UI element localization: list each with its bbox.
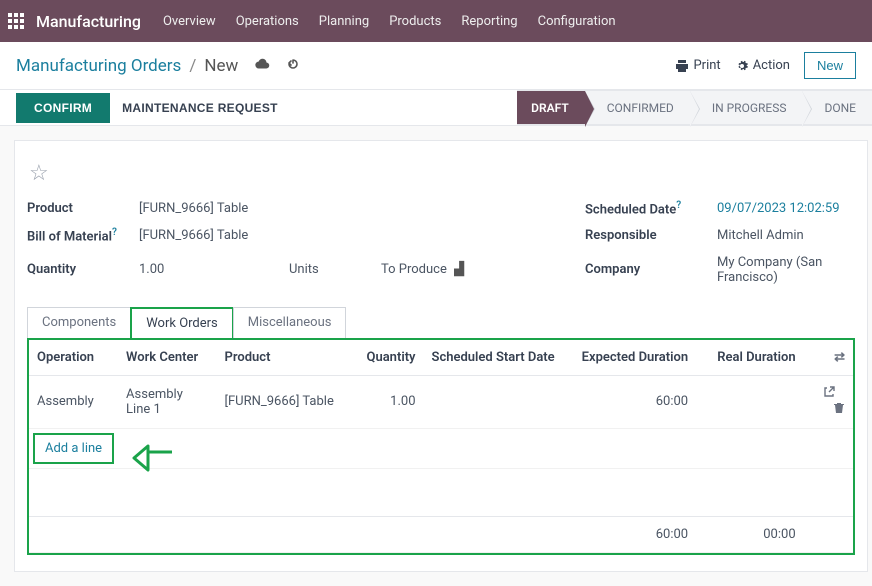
breadcrumb: Manufacturing Orders / New <box>16 56 300 76</box>
cell-scheduled[interactable] <box>424 375 570 428</box>
add-line-button[interactable]: Add a line <box>33 433 114 464</box>
breadcrumb-separator: / <box>189 56 196 76</box>
nav-operations[interactable]: Operations <box>236 14 299 29</box>
company-label: Company <box>585 262 705 277</box>
confirm-button[interactable]: CONFIRM <box>16 93 110 123</box>
responsible-value[interactable]: Mitchell Admin <box>717 228 855 243</box>
scheduled-date-value[interactable]: 09/07/2023 12:02:59 <box>717 201 855 216</box>
table-header-row: Operation Work Center Product Quantity S… <box>29 340 853 376</box>
cell-operation[interactable]: Assembly <box>29 375 118 428</box>
work-orders-table: Operation Work Center Product Quantity S… <box>29 340 853 553</box>
tabs: Components Work Orders Miscellaneous <box>27 307 855 338</box>
column-options-icon[interactable]: ⇄ <box>834 350 845 365</box>
tab-work-orders[interactable]: Work Orders <box>130 307 234 338</box>
spacer-row <box>29 468 853 516</box>
print-button[interactable]: Print <box>675 58 720 73</box>
form-card: ☆ Product [FURN_9666] Table Scheduled Da… <box>14 140 868 572</box>
print-icon <box>675 59 689 73</box>
tab-components[interactable]: Components <box>27 307 131 338</box>
col-quantity[interactable]: Quantity <box>354 340 424 376</box>
delete-row-icon[interactable] <box>833 403 845 418</box>
stage-in-progress[interactable]: IN PROGRESS <box>690 90 803 125</box>
action-button[interactable]: Action <box>735 58 790 73</box>
product-label: Product <box>27 201 127 216</box>
maintenance-request-button[interactable]: MAINTENANCE REQUEST <box>122 93 278 123</box>
nav-overview[interactable]: Overview <box>163 14 216 29</box>
gear-icon <box>735 59 749 73</box>
breadcrumb-parent[interactable]: Manufacturing Orders <box>16 56 181 76</box>
discard-icon[interactable] <box>286 56 300 76</box>
table-row[interactable]: Assembly Assembly Line 1 [FURN_9666] Tab… <box>29 375 853 428</box>
app-title[interactable]: Manufacturing <box>36 12 141 31</box>
to-produce-label: To Produce ▟ <box>381 262 461 277</box>
subbar-actions: Print Action New <box>675 52 856 79</box>
cell-quantity[interactable]: 1.00 <box>354 375 424 428</box>
quantity-unit[interactable]: Units <box>289 262 369 277</box>
scheduled-date-label: Scheduled Date? <box>585 200 705 217</box>
col-work-center[interactable]: Work Center <box>118 340 216 376</box>
nav-products[interactable]: Products <box>389 14 441 29</box>
col-product[interactable]: Product <box>217 340 354 376</box>
stage-draft[interactable]: DRAFT <box>517 90 585 125</box>
tab-miscellaneous[interactable]: Miscellaneous <box>233 307 347 338</box>
col-expected[interactable]: Expected Duration <box>569 340 696 376</box>
open-external-icon[interactable] <box>823 387 835 402</box>
subbar: Manufacturing Orders / New Print Action … <box>0 42 872 90</box>
add-line-row: Add a line <box>29 428 853 468</box>
company-value[interactable]: My Company (San Francisco) <box>717 255 855 285</box>
cell-real[interactable] <box>696 375 804 428</box>
favorite-star-icon[interactable]: ☆ <box>29 161 49 186</box>
col-scheduled[interactable]: Scheduled Start Date <box>424 340 570 376</box>
product-value[interactable]: [FURN_9666] Table <box>139 201 277 216</box>
nav-planning[interactable]: Planning <box>319 14 369 29</box>
quantity-value[interactable]: 1.00 <box>139 262 277 277</box>
bom-label: Bill of Material? <box>27 227 127 244</box>
work-orders-table-wrap: Operation Work Center Product Quantity S… <box>27 338 855 555</box>
bom-value[interactable]: [FURN_9666] Table <box>139 228 277 243</box>
status-row: CONFIRM MAINTENANCE REQUEST DRAFT CONFIR… <box>0 90 872 126</box>
nav-reporting[interactable]: Reporting <box>461 14 517 29</box>
stage-done[interactable]: DONE <box>802 90 872 125</box>
new-button[interactable]: New <box>804 52 856 79</box>
cell-expected[interactable]: 60:00 <box>569 375 696 428</box>
col-real[interactable]: Real Duration <box>696 340 804 376</box>
stage-confirmed[interactable]: CONFIRMED <box>585 90 690 125</box>
top-nav: Manufacturing Overview Operations Planni… <box>0 0 872 42</box>
cell-work-center[interactable]: Assembly Line 1 <box>118 375 216 428</box>
forecast-chart-icon[interactable]: ▟ <box>454 262 464 277</box>
quantity-label: Quantity <box>27 262 127 277</box>
cell-product[interactable]: [FURN_9666] Table <box>217 375 354 428</box>
apps-icon[interactable] <box>8 13 24 29</box>
stage-bar: DRAFT CONFIRMED IN PROGRESS DONE <box>517 90 872 125</box>
form-grid: Product [FURN_9666] Table Scheduled Date… <box>27 200 855 285</box>
breadcrumb-current: New <box>204 56 238 76</box>
col-operation[interactable]: Operation <box>29 340 118 376</box>
nav-configuration[interactable]: Configuration <box>538 14 616 29</box>
cloud-save-icon[interactable] <box>254 56 270 76</box>
responsible-label: Responsible <box>585 228 705 243</box>
